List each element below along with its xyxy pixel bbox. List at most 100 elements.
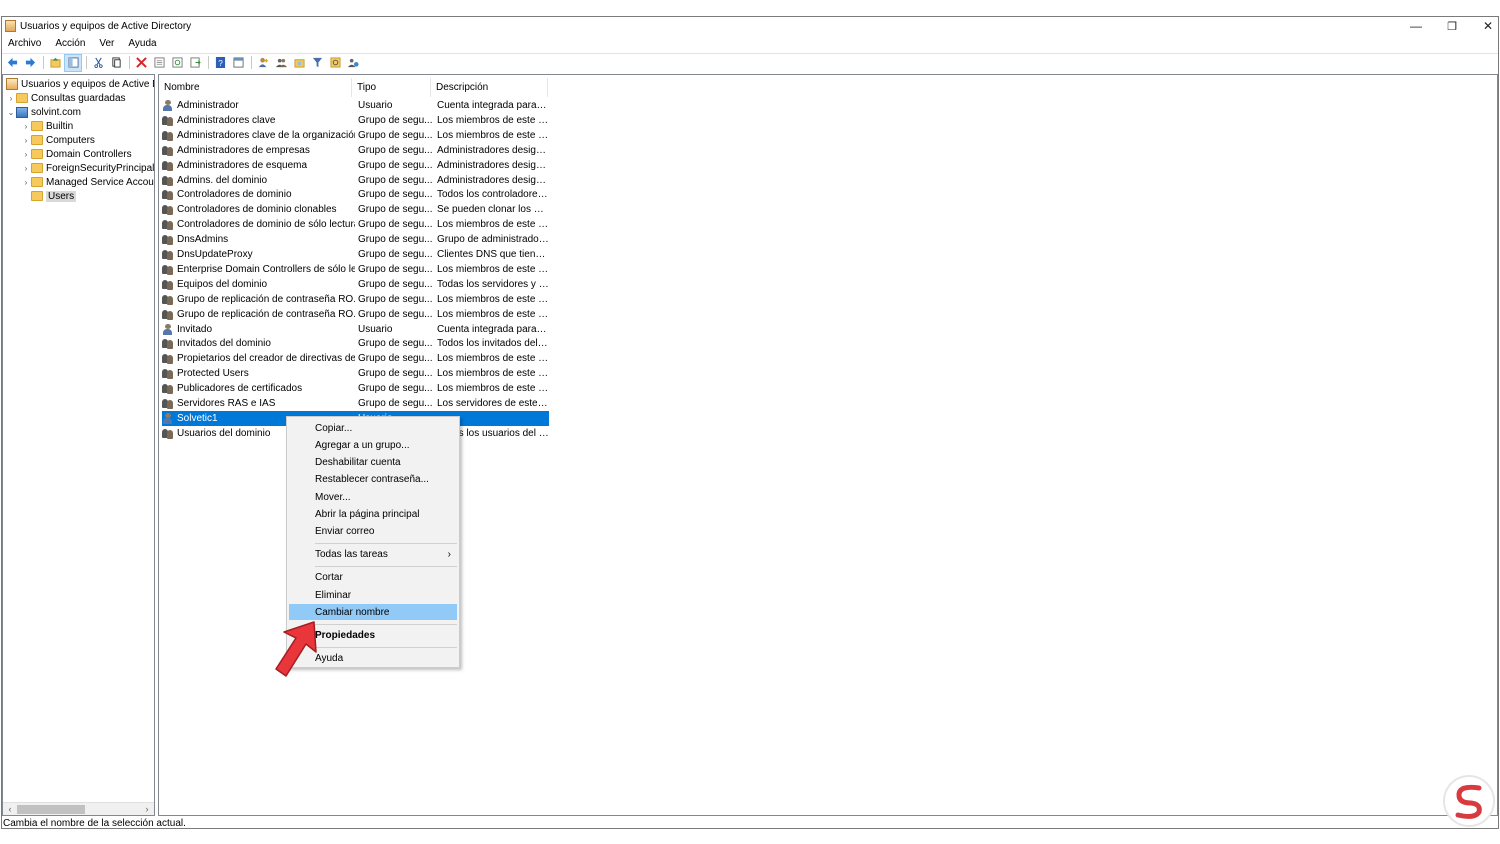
add-to-group-icon[interactable] — [345, 55, 361, 71]
restore-button[interactable]: ❐ — [1434, 17, 1470, 35]
type-cell: Grupo de segu... — [358, 308, 433, 320]
tree-item-computers[interactable]: › Computers — [21, 133, 95, 147]
menu-separator — [315, 543, 457, 545]
column-header-descripcion[interactable]: Descripción — [431, 78, 548, 97]
row-name: Publicadores de certificados — [177, 383, 303, 395]
table-row[interactable]: Administrador Usuario Cuenta integrada par… — [162, 98, 549, 113]
group-icon — [162, 204, 174, 216]
console-tree-icon[interactable] — [64, 53, 82, 72]
menu-item-todas-las-tareas[interactable]: Todas las tareas › — [289, 547, 457, 563]
tree-item-domain-controllers[interactable]: › Domain Controllers — [21, 147, 132, 161]
column-header-tipo[interactable]: Tipo — [352, 78, 431, 97]
view-icon[interactable] — [230, 55, 246, 71]
table-row[interactable]: DnsUpdateProxy Grupo de segu... Clientes D… — [162, 247, 549, 262]
filter-icon[interactable] — [309, 55, 325, 71]
tree-item-domain[interactable]: ⌄ solvint.com — [6, 105, 81, 119]
chevron-right-icon[interactable]: › — [21, 164, 31, 173]
svg-text:?: ? — [218, 59, 223, 68]
table-row[interactable]: Invitados del dominio Grupo de segu... Tod… — [162, 336, 549, 351]
tree-item-label: Builtin — [46, 120, 74, 132]
row-name: Administrador — [177, 100, 239, 111]
toolbar: ? — [2, 53, 1498, 72]
tree-item-managed-service-accounts[interactable]: › Managed Service Accounts — [21, 175, 154, 189]
table-row[interactable]: Grupo de replicación de contraseña RO...… — [162, 292, 549, 307]
help-icon[interactable]: ? — [212, 55, 228, 71]
name-cell: Protected Users — [162, 368, 355, 380]
group-icon — [162, 189, 174, 201]
minimize-button[interactable]: — — [1398, 17, 1434, 35]
chevron-right-icon[interactable]: › — [21, 122, 31, 131]
table-row[interactable]: Publicadores de certificados Grupo de seg… — [162, 381, 549, 396]
menu-item-enviar-correo[interactable]: Enviar correo — [289, 524, 457, 540]
find-icon[interactable] — [327, 55, 343, 71]
properties-icon[interactable] — [151, 55, 167, 71]
menu-item-cortar[interactable]: Cortar — [289, 570, 457, 586]
group-icon — [162, 353, 174, 365]
description-cell: Los miembros de este gr... — [437, 353, 549, 365]
table-row[interactable]: Grupo de replicación de contraseña RO...… — [162, 307, 549, 322]
table-row[interactable]: DnsAdmins Grupo de segu... Grupo de admini… — [162, 232, 549, 247]
menu-archivo[interactable]: Archivo — [8, 38, 41, 49]
scrollbar-thumb[interactable] — [17, 805, 85, 814]
menu-accion[interactable]: Acción — [55, 38, 85, 49]
menu-item-restablecer-contrasena[interactable]: Restablecer contraseña... — [289, 472, 457, 488]
close-button[interactable]: ✕ — [1470, 17, 1500, 35]
table-row[interactable]: Administradores de esquema Grupo de segu.… — [162, 158, 549, 173]
table-row[interactable]: Enterprise Domain Controllers de sólo le… — [162, 262, 549, 277]
refresh-icon[interactable] — [169, 55, 185, 71]
table-row[interactable]: Controladores de dominio de sólo lectura… — [162, 217, 549, 232]
tree-horizontal-scrollbar[interactable]: ‹ › — [3, 802, 154, 815]
table-row[interactable]: Controladores de dominio clonables Grupo … — [162, 202, 549, 217]
add-ou-icon[interactable] — [291, 55, 307, 71]
row-name: Invitado — [177, 323, 213, 335]
back-icon[interactable] — [4, 55, 20, 71]
up-folder-icon[interactable] — [47, 55, 63, 71]
add-user-icon[interactable] — [255, 55, 271, 71]
description-cell: Cuenta integrada para la... — [437, 100, 549, 111]
tree-item-saved-queries[interactable]: › Consultas guardadas — [6, 91, 126, 105]
scroll-right-icon[interactable]: › — [141, 803, 153, 815]
menu-ayuda[interactable]: Ayuda — [128, 38, 156, 49]
cut-icon[interactable] — [90, 55, 106, 71]
name-cell: DnsAdmins — [162, 234, 355, 246]
tree-item-foreign-security-principals[interactable]: › ForeignSecurityPrincipals — [21, 161, 154, 175]
chevron-right-icon: › — [447, 549, 451, 561]
chevron-right-icon[interactable]: › — [6, 94, 16, 103]
menu-separator — [315, 646, 457, 648]
table-row[interactable]: Equipos del dominio Grupo de segu... Todas… — [162, 277, 549, 292]
forward-icon[interactable] — [22, 55, 38, 71]
chevron-right-icon[interactable]: › — [21, 136, 31, 145]
menu-item-copiar[interactable]: Copiar... — [289, 420, 457, 436]
chevron-right-icon[interactable]: › — [21, 150, 31, 159]
column-header-nombre[interactable]: Nombre — [159, 78, 352, 97]
table-row[interactable]: Servidores RAS e IAS Grupo de segu... Los … — [162, 396, 549, 411]
group-icon — [162, 160, 174, 171]
table-row[interactable]: Administradores de empresas Grupo de segu… — [162, 143, 549, 158]
table-row[interactable]: Controladores de dominio Grupo de segu...… — [162, 187, 549, 202]
table-row[interactable]: Invitado Usuario Cuenta integrada para el.… — [162, 322, 549, 337]
menu-item-agregar-a-un-grupo[interactable]: Agregar a un grupo... — [289, 437, 457, 453]
tree-item-users[interactable]: Users — [21, 189, 77, 203]
export-icon[interactable] — [187, 55, 203, 71]
copy-icon[interactable] — [108, 55, 124, 71]
chevron-right-icon[interactable]: › — [21, 178, 31, 187]
menu-item-mover[interactable]: Mover... — [289, 489, 457, 505]
scroll-left-icon[interactable]: ‹ — [4, 803, 16, 815]
table-row[interactable]: Admins. del dominio Grupo de segu... Admin… — [162, 173, 549, 188]
delete-icon[interactable] — [133, 55, 149, 71]
menu-item-eliminar[interactable]: Eliminar — [289, 587, 457, 603]
add-group-icon[interactable] — [273, 55, 289, 71]
menu-item-deshabilitar-cuenta[interactable]: Deshabilitar cuenta — [289, 455, 457, 471]
solvetic-logo-icon — [1443, 775, 1495, 827]
menu-item-abrir-la-pagina-principal[interactable]: Abrir la página principal — [289, 507, 457, 523]
table-row[interactable]: Administradores clave de la organización… — [162, 128, 549, 143]
tree-item-builtin[interactable]: › Builtin — [21, 119, 74, 133]
table-row[interactable]: Administradores clave Grupo de segu... Los… — [162, 113, 549, 128]
table-row[interactable]: Protected Users Grupo de segu... Los miemb… — [162, 366, 549, 381]
tree-root[interactable]: Usuarios y equipos de Active Directory [… — [6, 77, 154, 91]
status-bar: Cambia el nombre de la selección actual. — [3, 818, 186, 829]
description-cell: Los miembros de este gr... — [437, 293, 549, 305]
menu-ver[interactable]: Ver — [99, 38, 114, 49]
chevron-down-icon[interactable]: ⌄ — [6, 108, 16, 117]
table-row[interactable]: Propietarios del creador de directivas d… — [162, 351, 549, 366]
